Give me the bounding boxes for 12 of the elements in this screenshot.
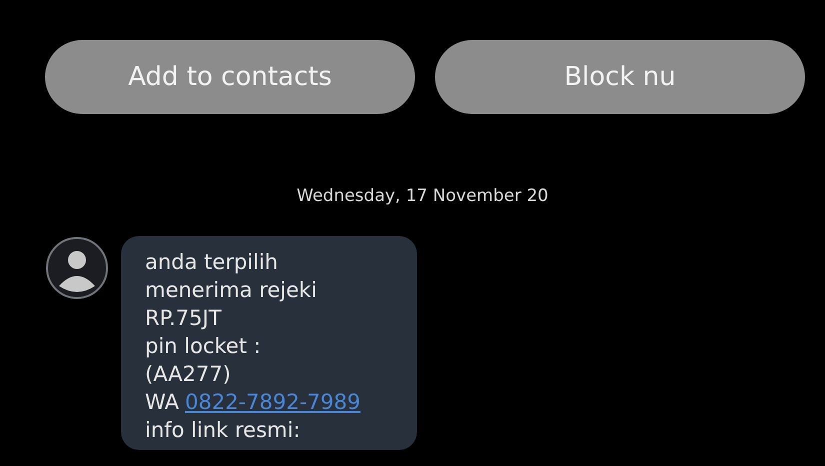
message-text: info link resmi: [145, 417, 302, 444]
message-text: menerima rejeki [145, 277, 318, 304]
message-text: (AA277) [145, 361, 232, 388]
date-divider: Wednesday, 17 November 20 [296, 186, 550, 206]
action-button[interactable]: Block nu [435, 40, 805, 114]
action-button[interactable]: Add to contacts [45, 40, 415, 114]
message-text: anda terpilih [145, 249, 279, 276]
message-text: WA [145, 389, 179, 416]
phone-link[interactable]: 0822-7892-7989 [184, 388, 360, 416]
message-text: pin locket : [145, 333, 262, 360]
contact-avatar-icon [45, 236, 109, 300]
message-text: RP.75JT [145, 305, 222, 332]
